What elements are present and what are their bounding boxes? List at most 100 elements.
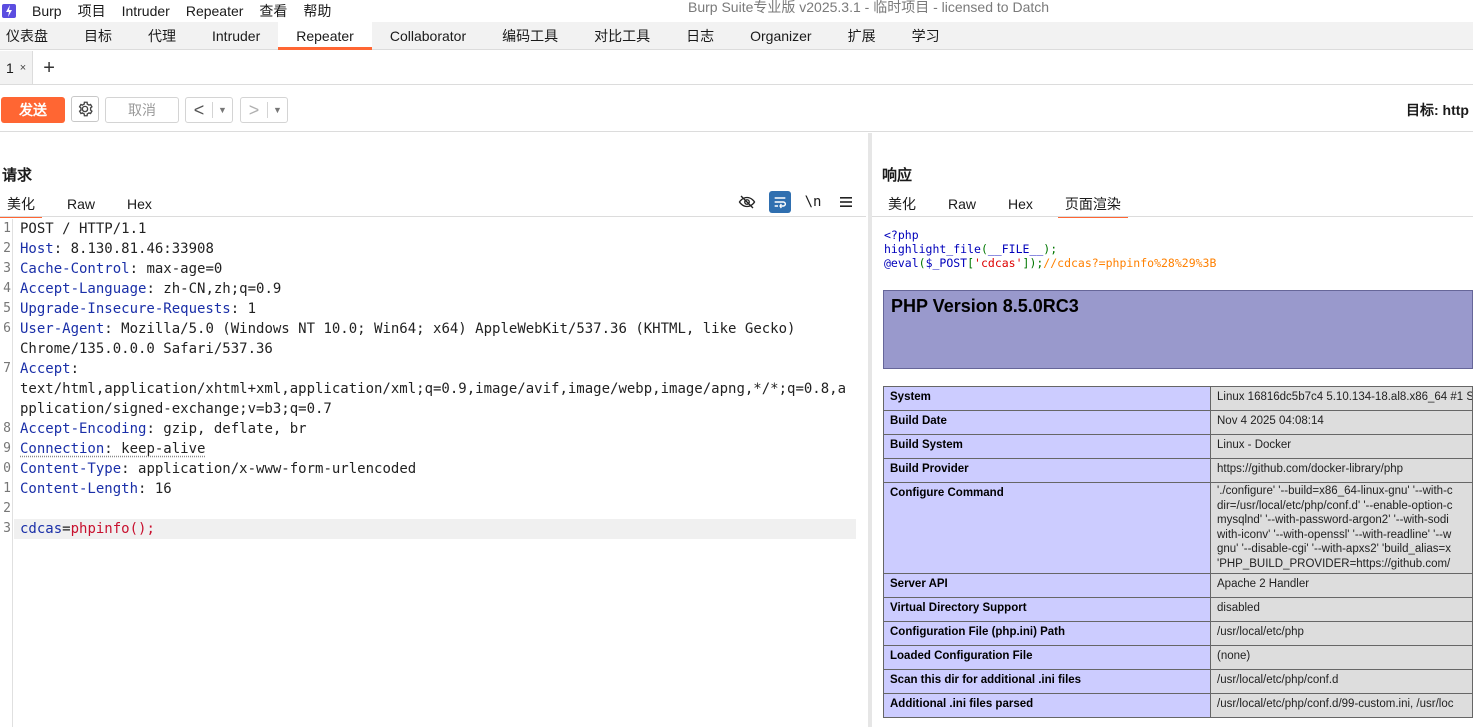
info-value: Apache 2 Handler [1210, 573, 1473, 598]
tab-decoder[interactable]: 编码工具 [484, 22, 576, 49]
menu-repeater[interactable]: Repeater [186, 3, 244, 19]
response-tab-hex[interactable]: Hex [1001, 192, 1040, 216]
header-value: application/x-www-form-urlencoded [129, 461, 417, 477]
info-value-line: with-iconv' '--with-openssl' '--with-rea… [1217, 528, 1452, 541]
header-line: 3 Cache-Control: max-age=0 [0, 259, 866, 279]
repeater-tab-label: 1 [6, 59, 14, 76]
info-value: (none) [1210, 645, 1473, 670]
request-tab-raw[interactable]: Raw [60, 192, 102, 216]
gear-icon [78, 101, 93, 117]
response-pane-title: 响应 [882, 167, 913, 184]
header-value: max-age=0 [138, 261, 223, 277]
menu-view[interactable]: 查看 [259, 1, 287, 21]
forward-history-dropdown[interactable]: ▼ [267, 102, 287, 118]
info-key: Additional .ini files parsed [883, 693, 1211, 718]
tab-learn[interactable]: 学习 [894, 22, 958, 49]
settings-button[interactable] [71, 96, 99, 122]
info-value: /usr/local/etc/php/conf.d [1210, 669, 1473, 694]
pane-splitter[interactable] [868, 133, 872, 727]
window-title: Burp Suite专业版 v2025.3.1 - 临时项目 - license… [688, 0, 1050, 15]
tab-dashboard[interactable]: 仪表盘 [0, 22, 66, 49]
menu-intruder[interactable]: Intruder [122, 3, 170, 19]
param-name: cdcas [20, 521, 63, 537]
header-name: Content-Length [20, 481, 139, 497]
header-line: 5 Upgrade-Insecure-Requests: 1 [0, 299, 866, 319]
response-tab-render[interactable]: 页面渲染 [1057, 192, 1128, 218]
back-nav-group: < ▼ [185, 97, 233, 123]
menu-project[interactable]: 项目 [78, 1, 106, 21]
line-number: 8 [3, 421, 11, 436]
header-value: gzip, deflate, br [154, 421, 307, 437]
tab-repeater[interactable]: Repeater [278, 22, 372, 50]
php-string: 'cdcas' [974, 256, 1023, 270]
target-label[interactable]: 目标: http [1406, 100, 1469, 120]
info-value: Linux 16816dc5b7c4 5.10.134-18.al8.x86_6… [1210, 386, 1473, 411]
header-name: Content-Type [20, 461, 122, 477]
tab-intruder[interactable]: Intruder [194, 22, 278, 49]
table-row: Server API Apache 2 Handler [883, 573, 1473, 598]
tab-target[interactable]: 目标 [66, 22, 130, 49]
info-key: Configure Command [883, 482, 1211, 574]
header-name: Accept [20, 361, 71, 377]
cancel-button[interactable]: 取消 [105, 97, 179, 123]
info-value: disabled [1210, 597, 1473, 622]
header-value: Mozilla/5.0 (Windows NT 10.0; Win64; x64… [112, 321, 796, 337]
header-line: 9 Connection: keep-alive [0, 439, 866, 459]
header-value: 8.130.81.46:33908 [62, 241, 214, 257]
php-constant: __FILE__ [987, 242, 1044, 256]
close-icon[interactable]: × [20, 62, 26, 74]
param-value: phpinfo(); [70, 521, 155, 537]
info-value: /usr/local/etc/php/conf.d/99-custom.ini,… [1210, 693, 1473, 718]
header-value: keep-alive [112, 441, 206, 457]
header-continuation-line: Chrome/135.0.0.0 Safari/537.36 [0, 339, 866, 359]
php-function: highlight_file [884, 242, 981, 256]
request-editor-icons: \n [736, 191, 868, 213]
tab-comparer[interactable]: 对比工具 [576, 22, 668, 49]
request-editor[interactable]: 1 POST / HTTP/1.1 2 Host: 8.130.81.46:33… [0, 219, 866, 727]
eye-off-icon[interactable] [736, 191, 758, 213]
info-value-line: mysqlnd' '--with-password-argon2' '--wit… [1217, 514, 1449, 526]
header-value: 1 [239, 301, 257, 317]
header-name: Accept-Language [20, 281, 147, 297]
response-tab-raw[interactable]: Raw [941, 192, 983, 216]
header-line: 6 User-Agent: Mozilla/5.0 (Windows NT 10… [0, 319, 866, 339]
info-key: Virtual Directory Support [883, 597, 1211, 622]
header-continuation-line: text/html,application/xhtml+xml,applicat… [0, 379, 866, 399]
info-value: Nov 4 2025 04:08:14 [1210, 410, 1473, 435]
header-line: 1 Content-Length: 16 [0, 479, 866, 499]
request-tab-pretty[interactable]: 美化 [0, 192, 42, 218]
tab-collaborator[interactable]: Collaborator [372, 22, 484, 49]
header-line: 4 Accept-Language: zh-CN,zh;q=0.9 [0, 279, 866, 299]
info-key: Build System [883, 434, 1211, 459]
info-value-line: './configure' '--build=x86_64-linux-gnu'… [1217, 485, 1453, 497]
table-row: Configuration File (php.ini) Path/usr/lo… [883, 621, 1473, 646]
tab-logger[interactable]: 日志 [668, 22, 732, 49]
tab-organizer[interactable]: Organizer [732, 22, 829, 49]
repeater-tab-1[interactable]: 1 × [0, 51, 34, 84]
info-value-line: 'PHP_BUILD_PROVIDER=https://github.com/ [1217, 557, 1451, 570]
wrap-icon[interactable] [769, 191, 791, 213]
info-value: https://github.com/docker-library/php [1210, 458, 1473, 483]
menu-burp[interactable]: Burp [32, 3, 62, 19]
menu-help[interactable]: 帮助 [303, 1, 331, 21]
table-row: System Linux 16816dc5b7c4 5.10.134-18.al8… [883, 386, 1473, 411]
table-row: Virtual Directory Support disabled [883, 597, 1473, 622]
line-number: 9 [3, 441, 11, 456]
tab-extensions[interactable]: 扩展 [830, 22, 894, 49]
newline-icon[interactable]: \n [802, 191, 824, 213]
forward-arrow-button[interactable]: > [241, 100, 267, 121]
burp-logo-icon [2, 4, 16, 18]
request-tab-hex[interactable]: Hex [120, 192, 159, 216]
send-button[interactable]: 发送 [1, 97, 65, 123]
table-row: Build Provider https://github.com/docker-… [883, 458, 1473, 483]
response-tab-pretty[interactable]: 美化 [881, 192, 923, 216]
menu-icon[interactable] [835, 191, 857, 213]
add-tab-button[interactable]: + [43, 58, 55, 78]
back-arrow-button[interactable]: < [186, 100, 212, 121]
tab-proxy[interactable]: 代理 [130, 22, 194, 49]
header-name: Accept-Encoding [20, 421, 147, 437]
divider [872, 216, 1473, 217]
back-history-dropdown[interactable]: ▼ [212, 102, 232, 118]
php-version-title: PHP Version 8.5.0RC3 [891, 296, 1079, 316]
line-number: 2 [3, 241, 11, 256]
